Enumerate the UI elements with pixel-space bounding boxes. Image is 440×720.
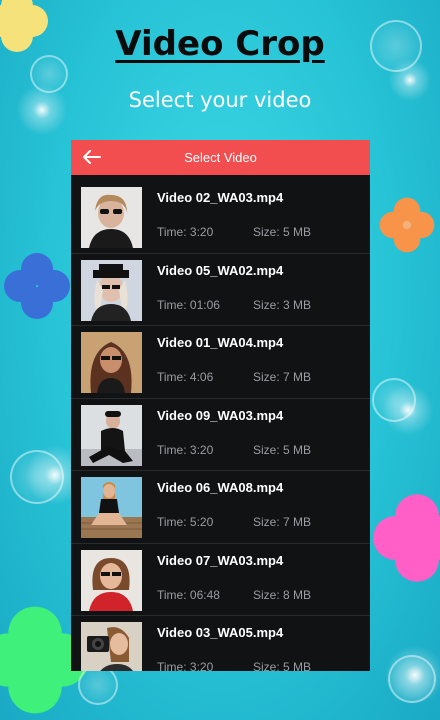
video-size: Size: 7 MB bbox=[253, 515, 312, 529]
video-duration: Time: 5:20 bbox=[157, 515, 214, 529]
video-list: Video 02_WA03.mp4 Time: 3:20 Size: 5 MB … bbox=[71, 175, 370, 671]
video-name: Video 03_WA05.mp4 bbox=[157, 625, 284, 640]
video-list-item[interactable]: Video 01_WA04.mp4 Time: 4:06 Size: 7 MB bbox=[71, 326, 370, 399]
back-arrow-icon bbox=[83, 150, 101, 164]
video-size: Size: 5 MB bbox=[253, 442, 312, 457]
video-thumbnail bbox=[81, 187, 142, 248]
back-button[interactable] bbox=[81, 146, 103, 168]
video-thumbnail bbox=[81, 259, 142, 321]
video-size: Size: 8 MB bbox=[253, 587, 312, 602]
video-duration: Time: 3:20 bbox=[157, 660, 214, 671]
pink-flower-decoration bbox=[373, 494, 440, 582]
video-name: Video 07_WA03.mp4 bbox=[157, 552, 284, 568]
video-size: Size: 5 MB bbox=[253, 660, 312, 671]
page-subtitle: Select your video bbox=[128, 88, 312, 112]
video-name: Video 01_WA04.mp4 bbox=[157, 335, 284, 350]
video-list-item[interactable]: Video 02_WA03.mp4 Time: 3:20 Size: 5 MB bbox=[71, 181, 370, 254]
app-bar: Select Video bbox=[71, 140, 370, 175]
video-list-item[interactable]: Video 05_WA02.mp4 Time: 01:06 Size: 3 MB bbox=[71, 254, 370, 326]
video-thumbnail bbox=[81, 549, 142, 611]
bokeh-decoration bbox=[78, 665, 118, 705]
video-thumbnail bbox=[81, 622, 142, 671]
sparkle-decoration bbox=[380, 640, 440, 710]
video-size: Size: 5 MB bbox=[253, 225, 312, 239]
app-bar-title: Select Video bbox=[184, 150, 257, 165]
sparkle-decoration bbox=[378, 380, 438, 440]
video-list-item[interactable]: Video 09_WA03.mp4 Time: 3:20 Size: 5 MB bbox=[71, 399, 370, 471]
video-name: Video 02_WA03.mp4 bbox=[157, 190, 284, 205]
page-title: Video Crop bbox=[115, 24, 325, 64]
video-name: Video 09_WA03.mp4 bbox=[157, 407, 284, 423]
video-duration: Time: 06:48 bbox=[157, 587, 220, 602]
video-list-item[interactable]: Video 06_WA08.mp4 Time: 5:20 Size: 7 MB bbox=[71, 471, 370, 544]
video-list-item[interactable]: Video 07_WA03.mp4 Time: 06:48 Size: 8 MB bbox=[71, 544, 370, 616]
video-picker-panel: Select Video Video 02_WA03.mp4 Time: 3:2… bbox=[71, 140, 370, 671]
video-thumbnail bbox=[81, 404, 142, 466]
video-name: Video 05_WA02.mp4 bbox=[157, 262, 284, 278]
blue-flower-decoration bbox=[4, 253, 70, 319]
video-duration: Time: 4:06 bbox=[157, 370, 214, 384]
video-list-item[interactable]: Video 03_WA05.mp4 Time: 3:20 Size: 5 MB bbox=[71, 616, 370, 671]
video-thumbnail bbox=[81, 477, 142, 538]
video-size: Size: 3 MB bbox=[253, 297, 312, 312]
video-duration: Time: 01:06 bbox=[157, 297, 220, 312]
video-size: Size: 7 MB bbox=[253, 370, 312, 384]
video-name: Video 06_WA08.mp4 bbox=[157, 480, 284, 495]
video-duration: Time: 3:20 bbox=[157, 225, 214, 239]
orange-flower-decoration bbox=[379, 197, 435, 253]
video-thumbnail bbox=[81, 332, 142, 393]
video-duration: Time: 3:20 bbox=[157, 442, 214, 457]
